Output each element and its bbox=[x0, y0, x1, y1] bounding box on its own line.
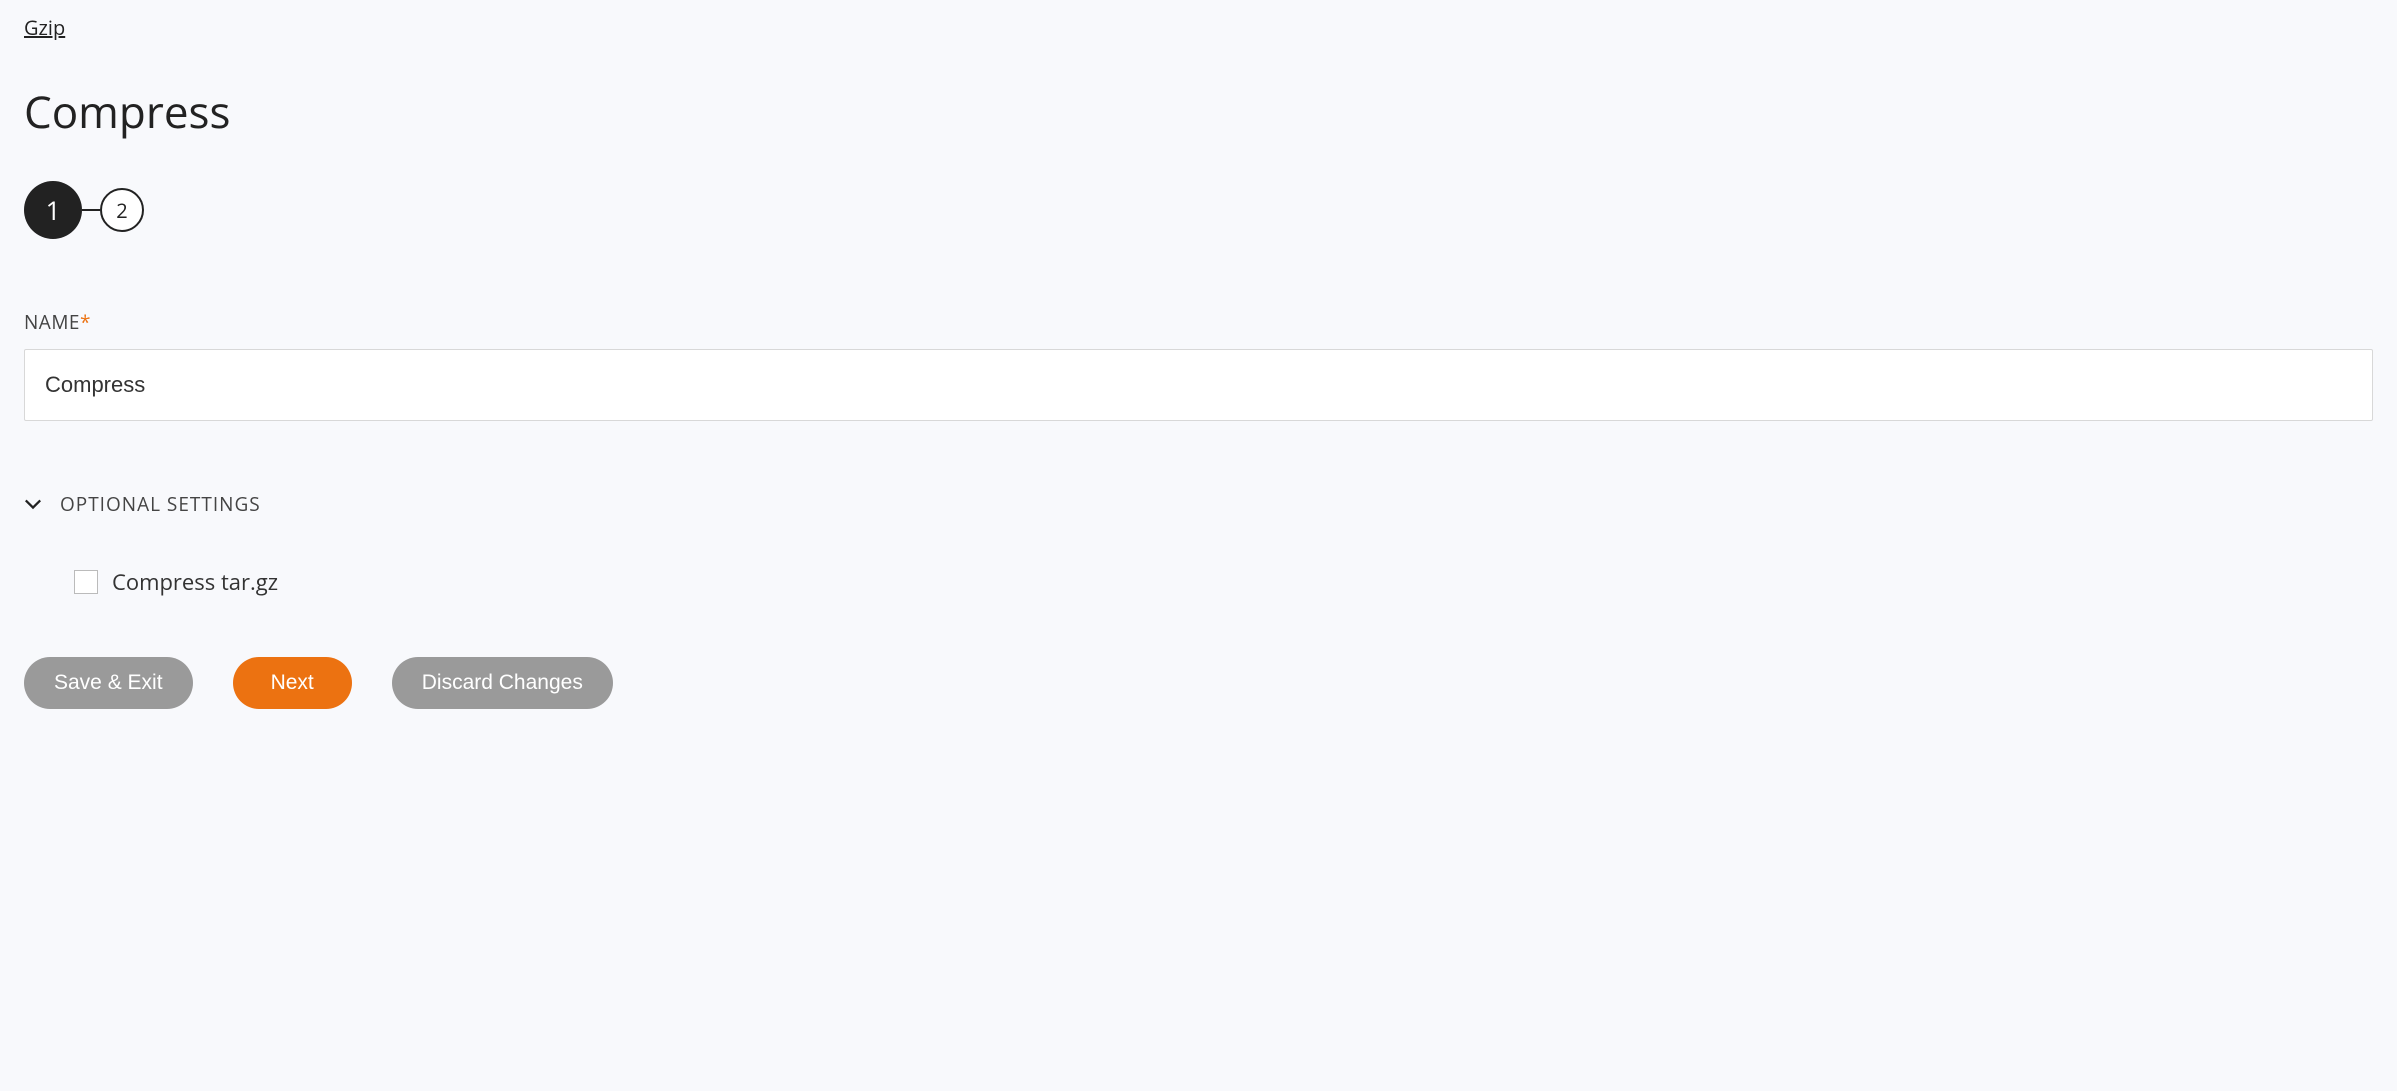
compress-targz-row: Compress tar.gz bbox=[74, 567, 2373, 597]
discard-changes-button[interactable]: Discard Changes bbox=[392, 657, 613, 709]
name-input[interactable] bbox=[24, 349, 2373, 421]
required-asterisk: * bbox=[80, 309, 91, 335]
next-button[interactable]: Next bbox=[233, 657, 352, 709]
step-2[interactable]: 2 bbox=[100, 188, 144, 232]
step-1[interactable]: 1 bbox=[24, 181, 82, 239]
breadcrumb-gzip[interactable]: Gzip bbox=[24, 14, 65, 41]
chevron-down-icon bbox=[24, 495, 42, 513]
name-field-label: NAME* bbox=[24, 309, 2373, 335]
name-label-text: NAME bbox=[24, 309, 80, 335]
compress-targz-checkbox[interactable] bbox=[74, 570, 98, 594]
page-title: Compress bbox=[24, 81, 2373, 141]
step-connector bbox=[82, 209, 100, 211]
optional-settings-toggle[interactable]: OPTIONAL SETTINGS bbox=[24, 491, 2373, 517]
optional-settings-label: OPTIONAL SETTINGS bbox=[60, 491, 261, 517]
wizard-stepper: 1 2 bbox=[24, 181, 2373, 239]
compress-targz-label: Compress tar.gz bbox=[112, 567, 278, 597]
action-buttons: Save & Exit Next Discard Changes bbox=[24, 657, 2373, 709]
save-exit-button[interactable]: Save & Exit bbox=[24, 657, 193, 709]
